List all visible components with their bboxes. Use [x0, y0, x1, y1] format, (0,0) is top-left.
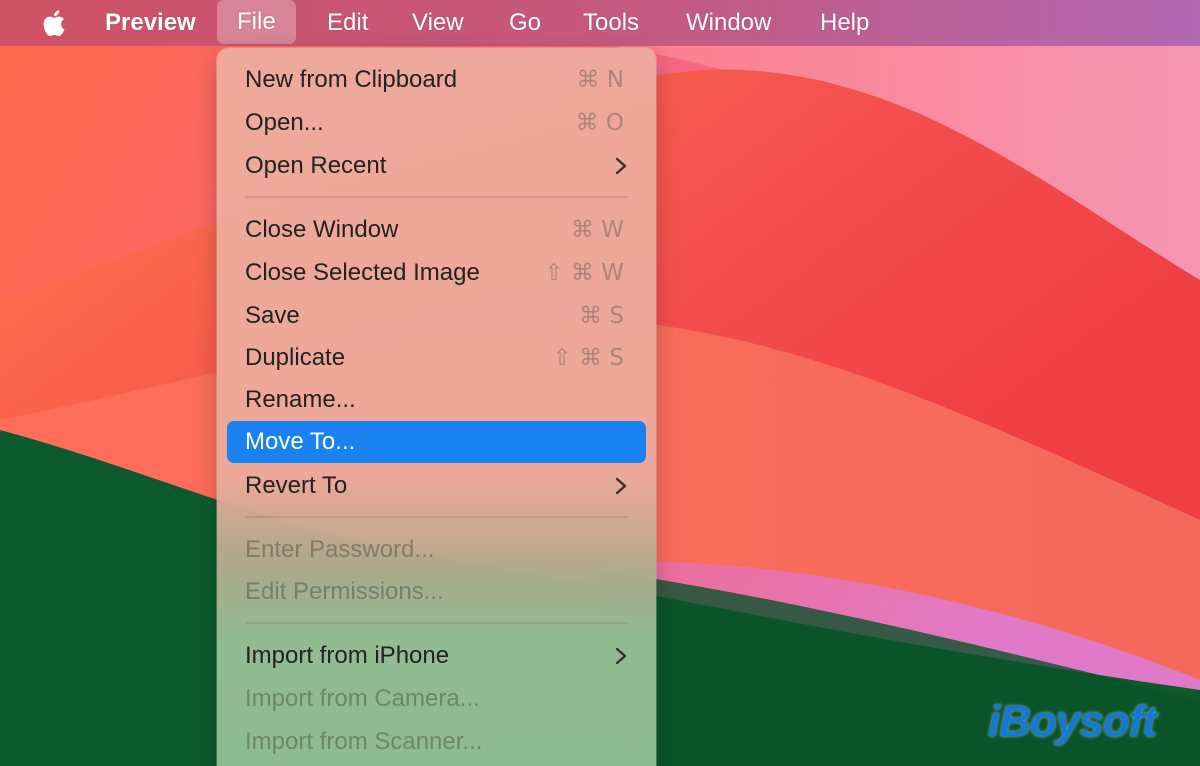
menu-item-label: Open Recent	[245, 152, 387, 179]
menu-item-revert-to[interactable]: Revert To	[227, 465, 646, 507]
menu-item-label: Import from Camera...	[245, 685, 480, 712]
menu-item-label: Open...	[245, 109, 324, 136]
menu-item-label: Rename...	[245, 386, 356, 413]
menu-item-label: Duplicate	[245, 344, 346, 371]
menu-item-label: Edit Permissions...	[245, 578, 444, 605]
menu-item-close-selected-image[interactable]: Close Selected Image ⇧ ⌘ W	[227, 252, 646, 294]
menu-item-label: Enter Password...	[245, 536, 435, 563]
watermark-logo: iBoysoft	[988, 697, 1157, 746]
menu-item-shortcut: ⇧ ⌘ S	[552, 345, 625, 371]
menu-edit[interactable]: Edit	[327, 0, 368, 46]
menu-item-import-from-iphone[interactable]: Import from iPhone	[227, 635, 646, 677]
chevron-right-icon	[615, 157, 627, 175]
menu-item-shortcut: ⌘ S	[579, 303, 624, 329]
menu-item-import-from-camera: Import from Camera...	[227, 678, 646, 720]
menu-go[interactable]: Go	[509, 0, 541, 46]
menu-item-import-from-scanner: Import from Scanner...	[227, 721, 646, 763]
apple-logo-icon[interactable]	[38, 8, 68, 38]
menu-view[interactable]: View	[412, 0, 464, 46]
menu-app-name[interactable]: Preview	[105, 0, 196, 46]
menu-separator	[245, 516, 628, 518]
menu-help[interactable]: Help	[820, 0, 869, 46]
menu-item-shortcut: ⇧ ⌘ W	[544, 260, 624, 286]
menu-item-label: Move To...	[245, 428, 356, 455]
menu-item-shortcut: ⌘ W	[570, 217, 624, 243]
menu-item-label: Import from iPhone	[245, 642, 450, 669]
menu-item-open-recent[interactable]: Open Recent	[227, 145, 646, 187]
menu-file[interactable]: File	[217, 0, 296, 44]
menu-separator	[245, 196, 628, 198]
chevron-right-icon	[615, 647, 627, 665]
menu-item-duplicate[interactable]: Duplicate ⇧ ⌘ S	[227, 337, 646, 379]
menu-item-new-from-clipboard[interactable]: New from Clipboard ⌘ N	[227, 59, 646, 101]
menu-item-enter-password: Enter Password...	[227, 529, 646, 571]
menu-item-label: New from Clipboard	[245, 66, 458, 93]
menu-item-label: Close Selected Image	[245, 259, 480, 286]
file-menu-dropdown: New from Clipboard ⌘ N Open... ⌘ O Open …	[217, 48, 656, 766]
menu-item-shortcut: ⌘ O	[575, 110, 624, 136]
menu-item-shortcut: ⌘ N	[576, 67, 624, 93]
menu-bar: Preview File Edit View Go Tools Window H…	[0, 0, 1200, 46]
desktop: Preview File Edit View Go Tools Window H…	[0, 0, 1200, 766]
menu-item-close-window[interactable]: Close Window ⌘ W	[227, 209, 646, 251]
menu-item-rename[interactable]: Rename...	[227, 379, 646, 421]
menu-item-save[interactable]: Save ⌘ S	[227, 295, 646, 337]
menu-item-label: Close Window	[245, 216, 399, 243]
menu-item-label: Revert To	[245, 472, 348, 499]
menu-item-edit-permissions: Edit Permissions...	[227, 571, 646, 613]
menu-item-label: Save	[245, 302, 300, 329]
menu-tools[interactable]: Tools	[583, 0, 639, 46]
menu-item-move-to[interactable]: Move To...	[227, 421, 646, 463]
menu-item-label: Import from Scanner...	[245, 728, 483, 755]
menu-separator	[245, 622, 628, 624]
menu-window[interactable]: Window	[686, 0, 771, 46]
chevron-right-icon	[615, 477, 627, 495]
menu-item-open[interactable]: Open... ⌘ O	[227, 102, 646, 144]
